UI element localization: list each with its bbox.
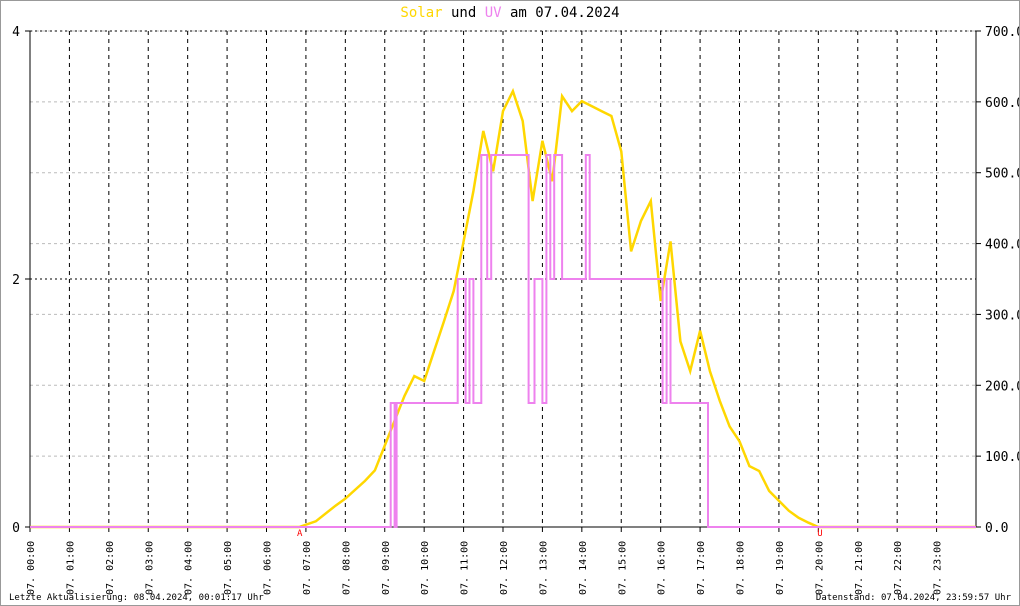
right-tick-label: 700.0 xyxy=(985,25,1019,40)
data-status-text: Datenstand: 07.04.2024, 23:59:57 Uhr xyxy=(815,593,1011,603)
x-tick-label: 07. 10:00 xyxy=(420,541,431,595)
right-tick-label: 300.0 xyxy=(985,308,1019,323)
x-tick-label: 07. 12:00 xyxy=(499,541,510,595)
x-tick-label: 07. 01:00 xyxy=(65,541,76,595)
right-tick-label: 600.0 xyxy=(985,96,1019,111)
chart-window: Solar und UV am 07.04.2024 0.0100.0200.0… xyxy=(0,0,1020,606)
solar-series-line xyxy=(30,87,976,529)
x-tick-label: 07. 04:00 xyxy=(184,541,195,595)
chart-svg: 0.0 100.0 200.0 300.0 400.0 500.0 600.0 700.0 0 2… xyxy=(12,25,1019,595)
x-tick-label: 07. 17:00 xyxy=(696,541,707,595)
left-tick-label: 2 xyxy=(12,273,20,288)
x-tick-label: 07. 06:00 xyxy=(263,541,274,595)
x-tick-label: 07. 11:00 xyxy=(460,541,471,595)
x-tick-label: 07. 00:00 xyxy=(26,541,37,595)
x-tick-label: 07. 05:00 xyxy=(223,541,234,595)
x-tick-label: 07. 20:00 xyxy=(814,541,825,595)
x-tick-label: 07. 14:00 xyxy=(578,541,589,595)
left-tick-label: 4 xyxy=(12,25,20,40)
x-tick-label: 07. 16:00 xyxy=(657,541,668,595)
x-tick-label: 07. 18:00 xyxy=(736,541,747,595)
right-tick-label: 400.0 xyxy=(985,238,1019,253)
right-tick-label: 100.0 xyxy=(985,450,1019,465)
x-tick-label: 07. 08:00 xyxy=(341,541,352,595)
x-tick-label: 07. 15:00 xyxy=(617,541,628,595)
x-tick-label: 07. 09:00 xyxy=(381,541,392,595)
sun-marker-A: A xyxy=(297,529,303,539)
x-tick-label: 07. 13:00 xyxy=(538,541,549,595)
right-tick-label: 200.0 xyxy=(985,379,1019,394)
right-tick-label: 0.0 xyxy=(985,521,1008,536)
x-tick-label: 07. 23:00 xyxy=(933,541,944,595)
x-tick-label: 07. 19:00 xyxy=(775,541,786,595)
right-tick-label: 500.0 xyxy=(985,167,1019,182)
last-update-text: Letzte Aktualisierung: 08.04.2024, 00:01… xyxy=(9,593,264,603)
sun-marker-U: U xyxy=(817,529,822,539)
x-tick-label: 07. 02:00 xyxy=(105,541,116,595)
x-tick-label: 07. 22:00 xyxy=(893,541,904,595)
x-tick-label: 07. 03:00 xyxy=(144,541,155,595)
x-tick-label: 07. 21:00 xyxy=(854,541,865,595)
left-tick-label: 0 xyxy=(12,521,20,536)
x-tick-label: 07. 07:00 xyxy=(302,541,313,595)
